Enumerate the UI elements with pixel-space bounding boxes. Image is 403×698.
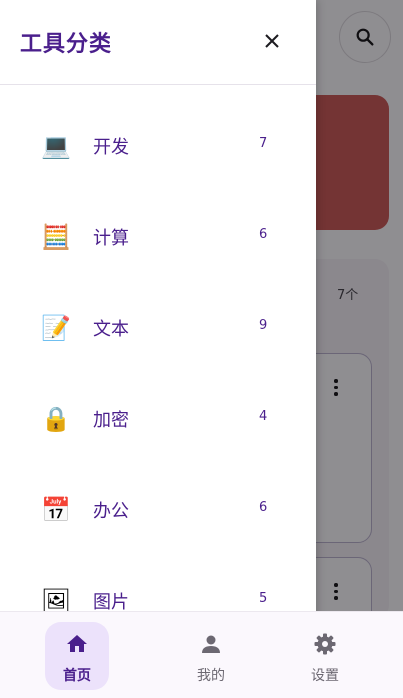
category-count: 5 xyxy=(259,591,268,606)
category-drawer: 工具分类 💻 开发 7 🧮 计算 6 📝 文本 9 🔒 加密 4 📅 办公 6 … xyxy=(0,0,316,697)
lock-icon: 🔒 xyxy=(41,405,71,433)
nav-settings[interactable]: 设置 xyxy=(248,612,382,698)
memo-icon: 📝 xyxy=(41,314,71,342)
category-count: 4 xyxy=(259,409,268,424)
person-icon xyxy=(202,635,220,653)
close-drawer-button[interactable] xyxy=(258,27,286,55)
category-count: 6 xyxy=(259,500,268,515)
category-label: 办公 xyxy=(93,501,129,522)
calendar-icon: 📅 xyxy=(41,496,71,524)
category-label: 计算 xyxy=(93,228,129,249)
category-count: 9 xyxy=(259,318,268,333)
home-icon xyxy=(67,635,87,652)
category-count: 6 xyxy=(259,227,268,242)
category-item-office[interactable]: 📅 办公 6 xyxy=(0,480,316,540)
nav-label: 设置 xyxy=(311,668,339,684)
category-item-dev[interactable]: 💻 开发 7 xyxy=(0,116,316,176)
category-count: 7 xyxy=(259,136,268,151)
category-label: 开发 xyxy=(93,137,129,158)
category-label: 文本 xyxy=(93,319,129,340)
drawer-title: 工具分类 xyxy=(20,32,113,57)
category-label: 加密 xyxy=(93,410,129,431)
gear-icon xyxy=(314,633,336,655)
bottom-navigation: 首页 我的 设置 xyxy=(0,611,403,698)
category-item-crypto[interactable]: 🔒 加密 4 xyxy=(0,389,316,449)
drawer-header: 工具分类 xyxy=(0,0,316,85)
category-item-text[interactable]: 📝 文本 9 xyxy=(0,298,316,358)
nav-label: 首页 xyxy=(63,668,91,684)
close-icon xyxy=(265,34,279,48)
abacus-icon: 🧮 xyxy=(41,223,71,251)
category-item-calc[interactable]: 🧮 计算 6 xyxy=(0,207,316,267)
nav-home[interactable]: 首页 xyxy=(0,612,134,698)
laptop-icon: 💻 xyxy=(41,132,71,160)
